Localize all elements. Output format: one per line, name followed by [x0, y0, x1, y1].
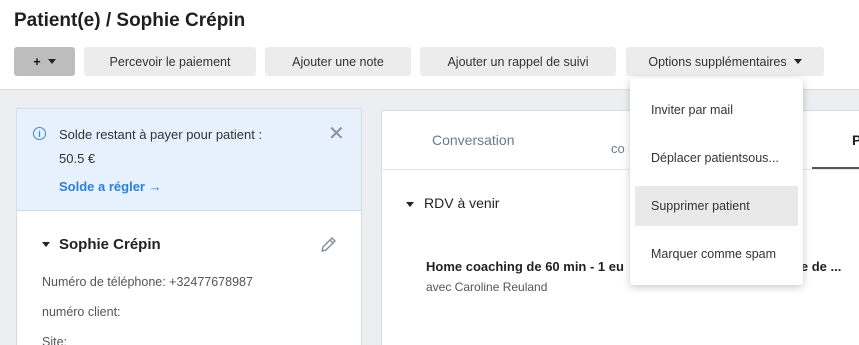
site-field: Site:: [42, 335, 68, 345]
balance-alert: i Solde restant à payer pour patient : 5…: [17, 109, 361, 211]
tab-conversation[interactable]: Conversation: [432, 132, 515, 148]
tab-active[interactable]: P: [852, 132, 859, 148]
menu-item-mark-spam[interactable]: Marquer comme spam: [635, 234, 798, 274]
pencil-icon[interactable]: [319, 234, 339, 259]
page-title: Patient(e) / Sophie Crépin: [14, 10, 246, 31]
add-button[interactable]: +: [14, 47, 75, 76]
info-icon: i: [33, 127, 46, 140]
client-number-field: numéro client:: [42, 305, 121, 319]
collect-payment-button[interactable]: Percevoir le paiement: [84, 47, 256, 76]
patient-panel: i Solde restant à payer pour patient : 5…: [16, 108, 362, 345]
add-reminder-button[interactable]: Ajouter un rappel de suivi: [420, 47, 616, 76]
appointment-title[interactable]: Home coaching de 60 min - 1 eu: [426, 259, 624, 274]
menu-item-delete-patient[interactable]: Supprimer patient: [635, 186, 798, 226]
alert-text: Solde restant à payer pour patient :: [59, 127, 263, 142]
more-options-label: Options supplémentaires: [648, 54, 787, 69]
patient-name: Sophie Crépin: [59, 236, 161, 253]
menu-item-move-patient[interactable]: Déplacer patientsous...: [635, 138, 798, 178]
options-dropdown-menu: Inviter par mail Déplacer patientsous...…: [630, 78, 803, 285]
plus-label: +: [33, 54, 41, 69]
tab-partial[interactable]: co: [611, 141, 625, 156]
pay-balance-link[interactable]: Solde a régler →: [59, 179, 162, 194]
appointment-title-left: Home coaching de 60 min - 1 eu: [426, 259, 624, 274]
upcoming-appointments-title: RDV à venir: [424, 195, 500, 211]
add-note-button[interactable]: Ajouter une note: [265, 47, 411, 76]
chevron-down-icon[interactable]: [42, 242, 50, 247]
chevron-down-icon: [47, 59, 56, 64]
chevron-down-icon: [793, 59, 802, 64]
balance-amount: 50.5 €: [59, 151, 96, 166]
menu-item-invite-email[interactable]: Inviter par mail: [635, 90, 798, 130]
appointment-practitioner: avec Caroline Reuland: [426, 280, 548, 294]
more-options-button[interactable]: Options supplémentaires: [626, 47, 824, 76]
phone-field: Numéro de téléphone: +32477678987: [42, 275, 253, 289]
close-icon[interactable]: ✕: [328, 124, 345, 144]
chevron-down-icon[interactable]: [406, 202, 414, 207]
